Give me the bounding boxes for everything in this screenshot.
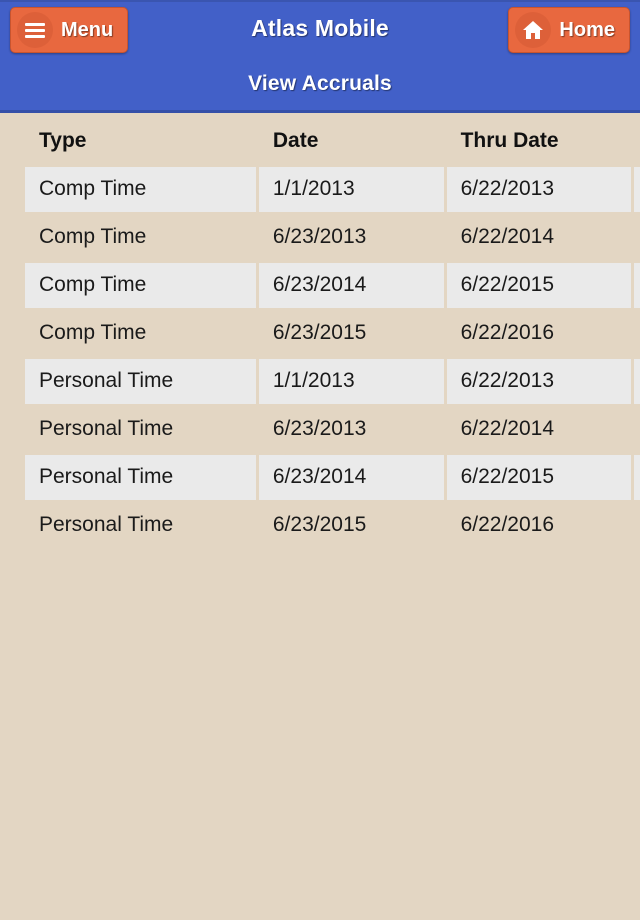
cell-date: 6/23/2015 (258, 311, 444, 356)
cell-type: Comp Time (25, 215, 256, 260)
table-row[interactable]: Personal Time 6/23/2013 6/22/2014 40.000… (25, 407, 640, 452)
cell-time-accrued: 40.0000 (634, 407, 640, 452)
content-area: Type Date Thru Date Time Accrued Comp Ti… (0, 113, 640, 920)
page-subtitle: View Accruals (248, 72, 392, 95)
accruals-table-body: Comp Time 1/1/2013 6/22/2013 0.5124 Comp… (25, 167, 640, 548)
cell-date: 1/1/2013 (258, 167, 444, 212)
cell-time-accrued: 40.0000 (634, 359, 640, 404)
cell-time-accrued: 0.5124 (634, 167, 640, 212)
cell-thru-date: 6/22/2016 (446, 311, 632, 356)
cell-thru-date: 6/22/2015 (446, 455, 632, 500)
cell-type: Comp Time (25, 311, 256, 356)
cell-time-accrued: 40.0000 (634, 455, 640, 500)
cell-type: Personal Time (25, 407, 256, 452)
cell-time-accrued: 2.7328 (634, 263, 640, 308)
title-bar: Menu Atlas Mobile Home (0, 2, 640, 58)
home-button[interactable]: Home (508, 7, 630, 53)
cell-date: 6/23/2014 (258, 263, 444, 308)
cell-time-accrued: 1.6226 (634, 215, 640, 260)
cell-time-accrued: 3.3733 (634, 311, 640, 356)
cell-date: 6/23/2015 (258, 503, 444, 548)
cell-type: Personal Time (25, 359, 256, 404)
home-button-label: Home (559, 18, 615, 41)
house-icon (515, 12, 552, 48)
cell-date: 6/23/2014 (258, 455, 444, 500)
column-header-thru-date[interactable]: Thru Date (447, 116, 632, 164)
accruals-table: Type Date Thru Date Time Accrued Comp Ti… (22, 113, 640, 551)
cell-thru-date: 6/22/2015 (446, 263, 632, 308)
table-row[interactable]: Comp Time 6/23/2014 6/22/2015 2.7328 (25, 263, 640, 308)
table-header-row: Type Date Thru Date Time Accrued (25, 116, 640, 164)
cell-thru-date: 6/22/2014 (446, 407, 632, 452)
table-row[interactable]: Personal Time 6/23/2014 6/22/2015 40.000… (25, 455, 640, 500)
table-row[interactable]: Comp Time 1/1/2013 6/22/2013 0.5124 (25, 167, 640, 212)
cell-thru-date: 6/22/2013 (446, 167, 632, 212)
app-header: Menu Atlas Mobile Home View Accruals (0, 0, 640, 113)
table-row[interactable]: Comp Time 6/23/2015 6/22/2016 3.3733 (25, 311, 640, 356)
table-row[interactable]: Comp Time 6/23/2013 6/22/2014 1.6226 (25, 215, 640, 260)
column-header-type[interactable]: Type (25, 116, 256, 164)
cell-type: Comp Time (25, 263, 256, 308)
cell-type: Personal Time (25, 503, 256, 548)
cell-time-accrued: 40.0000 (634, 503, 640, 548)
cell-thru-date: 6/22/2013 (446, 359, 632, 404)
table-row[interactable]: Personal Time 6/23/2015 6/22/2016 40.000… (25, 503, 640, 548)
cell-date: 6/23/2013 (258, 407, 444, 452)
accruals-table-head: Type Date Thru Date Time Accrued (25, 116, 640, 164)
cell-date: 6/23/2013 (258, 215, 444, 260)
cell-thru-date: 6/22/2016 (446, 503, 632, 548)
cell-date: 1/1/2013 (258, 359, 444, 404)
table-row[interactable]: Personal Time 1/1/2013 6/22/2013 40.0000 (25, 359, 640, 404)
cell-thru-date: 6/22/2014 (446, 215, 632, 260)
column-header-date[interactable]: Date (259, 116, 444, 164)
column-header-time-accrued[interactable]: Time Accrued (634, 116, 640, 164)
cell-type: Comp Time (25, 167, 256, 212)
cell-type: Personal Time (25, 455, 256, 500)
